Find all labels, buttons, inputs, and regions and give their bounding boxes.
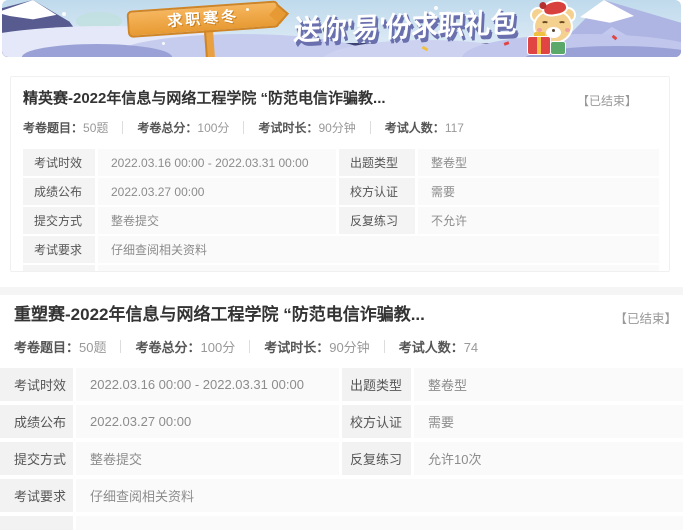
divider [122,121,123,134]
status-badge: 【已结束】 [614,303,677,327]
table-row: 考试时效 2022.03.16 00:00 - 2022.03.31 00:00… [23,149,659,176]
snowflake [434,6,438,10]
stat-participants: 考试人数：74 [399,337,478,356]
exam-card-1[interactable]: 精英赛-2022年信息与网络工程学院 “防范电信诈骗教... 【已结束】 考卷题… [10,76,670,272]
bear-mascot-icon [522,3,584,57]
divider [243,121,244,134]
gift-box-icon [528,37,550,54]
stat-total-score: 考卷总分：100分 [135,337,235,356]
bear-eye [541,21,549,27]
exam-title[interactable]: 重塑赛-2022年信息与网络工程学院 “防范电信诈骗教... [14,303,425,327]
signpost: 求职寒冬 [126,0,299,57]
exam-stats: 考卷题目：50题 考卷总分：100分 考试时长：90分钟 考试人数：117 [23,119,659,136]
status-badge: 【已结束】 [577,89,637,109]
divider [384,340,385,353]
table-row: 提交方式 整卷提交 反复练习 允许10次 [0,442,683,475]
exam-stats: 考卷题目：50题 考卷总分：100分 考试时长：90分钟 考试人数：74 [0,337,683,356]
exam-detail-table: 考试时效 2022.03.16 00:00 - 2022.03.31 00:00… [0,368,683,530]
bear-eye [558,21,566,27]
snowflake [162,42,165,45]
table-row: 成绩公布 2022.03.27 00:00 校方认证 需要 [23,178,659,205]
page-gap [0,287,683,295]
banner-title: 送你'易'份求职礼包 [293,1,518,49]
table-row: 考试要求 仔细查阅相关资料 [23,236,659,263]
stat-participants: 考试人数：117 [385,119,464,136]
stat-question-count: 考卷题目：50题 [23,119,108,136]
table-row: 提交方式 整卷提交 反复练习 不允许 [23,207,659,234]
stat-duration: 考试时长：90分钟 [258,119,355,136]
exam-detail-table: 考试时效 2022.03.16 00:00 - 2022.03.31 00:00… [23,149,659,272]
stat-total-score: 考卷总分：100分 [137,119,229,136]
divider [120,340,121,353]
exam-title[interactable]: 精英赛-2022年信息与网络工程学院 “防范电信诈骗教... [23,89,386,109]
snowflake [62,12,66,16]
divider [249,340,250,353]
promo-banner[interactable]: 求职寒冬 送你'易'份求职礼包 [2,0,681,57]
gift-box-icon [551,42,565,54]
snowflake [600,10,603,13]
bear-blush [565,28,570,32]
exam-card-2[interactable]: 重塑赛-2022年信息与网络工程学院 “防范电信诈骗教... 【已结束】 考卷题… [0,295,683,530]
divider [370,121,371,134]
table-row: 成绩公布 2022.03.27 00:00 校方认证 需要 [0,405,683,438]
stat-question-count: 考卷题目：50题 [14,337,106,356]
table-row-partial [0,516,683,530]
table-row-partial [23,265,659,272]
snowflake [246,8,249,11]
table-row: 考试时效 2022.03.16 00:00 - 2022.03.31 00:00… [0,368,683,401]
page: 求职寒冬 送你'易'份求职礼包 精英赛-2022年信息与网络工程学 [0,0,683,530]
signpost-text: 求职寒冬 [126,0,280,38]
table-row: 考试要求 仔细查阅相关资料 [0,479,683,512]
stat-duration: 考试时长：90分钟 [264,337,369,356]
